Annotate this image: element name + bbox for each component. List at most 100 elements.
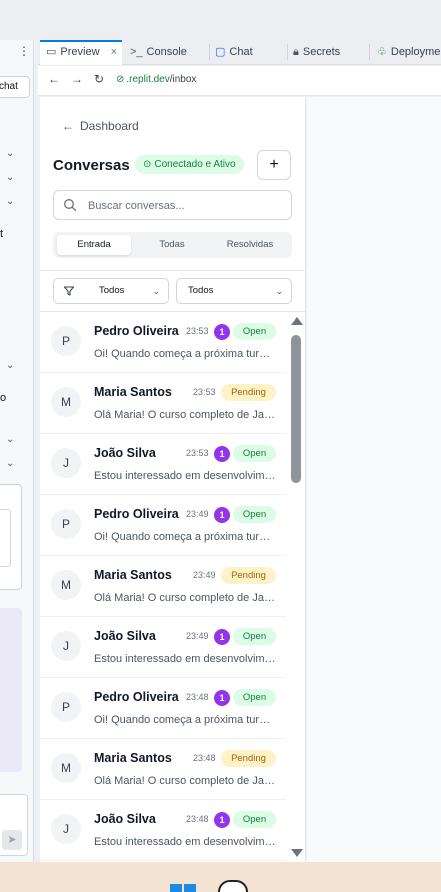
avatar: J — [51, 631, 81, 661]
secure-link-icon: ⊘ — [116, 74, 125, 85]
status-badge: Open — [233, 445, 276, 462]
status-badge: Open — [233, 323, 276, 340]
segment-entrada[interactable]: Entrada — [57, 235, 131, 255]
timestamp: 23:53 — [186, 448, 209, 458]
windows-logo-icon[interactable] — [170, 884, 196, 892]
conversation-row[interactable]: M Maria Santos 23:49 Pending Olá Maria! O cu… — [40, 556, 286, 617]
contact-name: João Silva — [94, 812, 156, 826]
check-circle-icon: ⊙ — [143, 159, 152, 170]
conversation-row[interactable]: M Maria Santos 23:53 Pending Olá Maria! O cu… — [40, 373, 286, 434]
segment-todas[interactable]: Todas — [135, 235, 209, 255]
avatar: P — [51, 326, 81, 356]
segment-resolvidas[interactable]: Resolvidas — [213, 235, 287, 255]
chat-button[interactable]: chat — [0, 76, 30, 98]
avatar: M — [51, 387, 81, 417]
avatar: P — [51, 509, 81, 539]
unread-count-badge: 1 — [214, 690, 230, 706]
back-arrow-icon[interactable]: ← — [48, 72, 60, 86]
address-text[interactable]: ⊘ .replit.dev/inbox — [116, 74, 196, 85]
search-input[interactable] — [88, 197, 283, 214]
message-preview: Oi! Quando começa a próxima turma? — [94, 531, 279, 543]
more-options-icon[interactable]: ⋮ — [18, 44, 30, 58]
conversation-list: P Pedro Oliveira 23:53 1 Open Oi! Quando come… — [40, 312, 286, 862]
conversation-row[interactable]: J João Silva 23:48 1 Open Estou interessado e… — [40, 800, 286, 861]
tab-secrets[interactable]: 🔒︎ Secrets — [293, 40, 369, 65]
message-preview: Estou interessado em desenvolvimento web — [94, 653, 279, 665]
avatar: M — [51, 753, 81, 783]
timestamp: 23:53 — [193, 387, 216, 397]
contact-name: Maria Santos — [94, 385, 172, 399]
message-preview: Oi! Quando começa a próxima turma? — [94, 348, 279, 360]
scrollbar[interactable] — [289, 317, 303, 857]
connection-status-badge: ⊙ Conectado e Ativo — [135, 155, 244, 174]
chevron-down-icon[interactable]: ⌄ — [6, 458, 14, 469]
side-message-area — [0, 608, 22, 772]
chevron-down-icon[interactable]: ⌄ — [6, 434, 14, 445]
page-title: Conversas — [53, 157, 130, 174]
scroll-down-arrow-icon[interactable] — [291, 849, 303, 857]
unread-count-badge: 1 — [214, 507, 230, 523]
chevron-down-icon[interactable]: ⌄ — [6, 148, 14, 159]
conversation-row[interactable]: P Pedro Oliveira 23:48 1 Open Oi! Quando come… — [40, 678, 286, 739]
tab-console[interactable]: >_ Console — [130, 40, 204, 65]
avatar: M — [51, 570, 81, 600]
message-preview: Olá Maria! O curso completo de JavaScrip… — [94, 592, 279, 604]
chevron-down-icon[interactable]: ⌄ — [6, 360, 14, 371]
timestamp: 23:48 — [186, 814, 209, 824]
contact-name: Pedro Oliveira — [94, 507, 179, 521]
tab-separator — [287, 44, 288, 60]
message-preview: Estou interessado em desenvolvimento web — [94, 470, 279, 482]
side-card — [0, 484, 22, 590]
side-input[interactable] — [0, 509, 11, 567]
unread-count-badge: 1 — [214, 629, 230, 645]
text-fragment: t — [0, 228, 4, 240]
conversation-row[interactable]: J João Silva 23:49 1 Open Estou interessado e… — [40, 617, 286, 678]
status-badge: Pending — [221, 567, 276, 584]
chevron-down-icon: ⌄ — [275, 286, 283, 296]
avatar: P — [51, 692, 81, 722]
url-bar: ← → ↻ ⊘ .replit.dev/inbox — [38, 66, 441, 96]
reload-icon[interactable]: ↻ — [94, 72, 104, 86]
conversation-row[interactable]: M Maria Santos 23:48 Pending Olá Maria! O cu… — [40, 739, 286, 800]
status-badge: Pending — [221, 750, 276, 767]
forward-arrow-icon[interactable]: → — [71, 72, 83, 86]
chevron-down-icon[interactable]: ⌄ — [6, 196, 14, 207]
contact-name: João Silva — [94, 446, 156, 460]
chat-bubble-icon: ▢ — [215, 46, 226, 58]
search-taskbar-icon[interactable] — [218, 880, 248, 892]
timestamp: 23:49 — [193, 570, 216, 580]
status-badge: Open — [233, 506, 276, 523]
tab-separator — [209, 44, 210, 60]
deploy-icon: ♧ — [377, 46, 387, 58]
arrow-left-icon: ← — [62, 119, 74, 133]
new-conversation-button[interactable]: + — [257, 150, 291, 180]
back-to-dashboard-link[interactable]: ← Dashboard — [62, 119, 139, 133]
avatar: J — [51, 814, 81, 844]
conversation-row[interactable]: P Pedro Oliveira 23:53 1 Open Oi! Quando come… — [40, 312, 286, 373]
search-box — [53, 190, 292, 220]
agent-filter-dropdown[interactable]: Todos ⌄ — [176, 278, 292, 304]
chevron-down-icon: ⌄ — [152, 286, 160, 296]
scroll-thumb[interactable] — [291, 335, 301, 483]
avatar: J — [51, 448, 81, 478]
tab-preview[interactable]: ▭ Preview × — [40, 40, 122, 65]
contact-name: Pedro Oliveira — [94, 690, 179, 704]
status-badge: Pending — [221, 384, 276, 401]
conversation-row[interactable]: P Pedro Oliveira 23:49 1 Open Oi! Quando come… — [40, 495, 286, 556]
tab-deployments[interactable]: ♧ Deployme — [377, 40, 441, 65]
tab-chat[interactable]: ▢ Chat — [215, 40, 287, 65]
timestamp: 23:53 — [186, 326, 209, 336]
status-badge: Open — [233, 811, 276, 828]
terminal-icon: >_ — [130, 46, 143, 58]
chevron-down-icon[interactable]: ⌄ — [6, 172, 14, 183]
preview-blank-area — [307, 97, 441, 862]
status-filter-dropdown[interactable]: Todos ⌄ — [53, 278, 169, 304]
conversation-row[interactable]: J João Silva 23:53 1 Open Estou interessado e… — [40, 434, 286, 495]
scroll-up-arrow-icon[interactable] — [291, 317, 303, 325]
message-preview: Estou interessado em desenvolvimento web — [94, 836, 279, 848]
send-icon[interactable]: ➤ — [2, 830, 22, 850]
contact-name: João Silva — [94, 629, 156, 643]
contact-name: Maria Santos — [94, 568, 172, 582]
unread-count-badge: 1 — [214, 446, 230, 462]
close-icon[interactable]: × — [111, 46, 117, 58]
